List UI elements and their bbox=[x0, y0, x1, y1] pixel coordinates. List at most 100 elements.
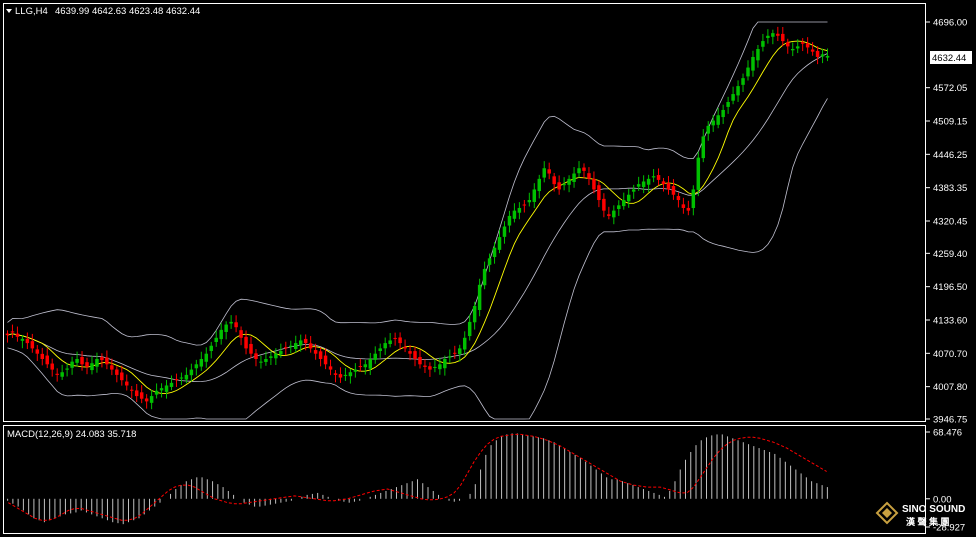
candle-body bbox=[472, 306, 477, 323]
candle-body bbox=[115, 369, 119, 375]
candle-body bbox=[577, 168, 581, 174]
collapse-triangle-icon[interactable] bbox=[6, 9, 12, 13]
candlestick-series bbox=[5, 26, 830, 410]
candle-body bbox=[597, 185, 601, 201]
candle-body bbox=[308, 343, 313, 349]
candle-body bbox=[731, 94, 735, 101]
candle-body bbox=[338, 374, 343, 378]
candle-body bbox=[641, 181, 646, 188]
candle-body bbox=[790, 49, 795, 51]
candle-body bbox=[711, 120, 715, 126]
candle-body bbox=[343, 374, 348, 376]
candle-body bbox=[522, 204, 527, 206]
candle-body bbox=[10, 331, 15, 333]
candle-body bbox=[398, 337, 402, 344]
candle-body bbox=[55, 373, 59, 375]
candle-body bbox=[810, 49, 815, 52]
candle-body bbox=[164, 385, 169, 392]
candle-body bbox=[120, 372, 124, 381]
candle-body bbox=[438, 364, 442, 370]
price-tick-label: 4696.00 bbox=[933, 18, 967, 29]
candle-body bbox=[35, 349, 40, 354]
candle-body bbox=[815, 50, 820, 57]
candle-body bbox=[149, 396, 154, 403]
candle-body bbox=[284, 347, 288, 349]
price-panel-frame bbox=[3, 3, 926, 422]
candle-body bbox=[805, 43, 810, 48]
candle-body bbox=[110, 365, 114, 370]
candle-body bbox=[612, 210, 616, 218]
candle-body bbox=[95, 358, 99, 367]
candle-body bbox=[254, 353, 258, 359]
candle-body bbox=[368, 358, 373, 369]
candle-body bbox=[418, 357, 422, 365]
candle-body bbox=[144, 398, 149, 402]
candle-body bbox=[303, 338, 308, 344]
candle-body bbox=[333, 373, 338, 375]
candle-body bbox=[492, 247, 497, 258]
candle-body bbox=[413, 351, 417, 359]
current-price-label: 4632.44 bbox=[932, 53, 966, 64]
candle-body bbox=[244, 336, 248, 349]
candle-body bbox=[607, 214, 611, 216]
candle-body bbox=[5, 333, 10, 336]
candle-body bbox=[706, 125, 710, 134]
candle-body bbox=[189, 369, 194, 376]
candle-body bbox=[129, 389, 134, 391]
candle-body bbox=[517, 207, 522, 213]
candle-body bbox=[453, 352, 457, 354]
price-axis: 4696.00 4572.05 4509.15 4446.25 4383.35 4320.… bbox=[926, 18, 967, 426]
price-tick-label: 4259.40 bbox=[933, 249, 967, 260]
candle-body bbox=[259, 361, 263, 363]
candle-body bbox=[691, 189, 696, 209]
candle-body bbox=[313, 350, 318, 354]
price-tick-label: 4070.70 bbox=[933, 349, 967, 360]
candle-body bbox=[512, 210, 517, 219]
bollinger-bands bbox=[7, 21, 828, 420]
candle-body bbox=[661, 181, 666, 185]
candle-body bbox=[125, 381, 129, 386]
candle-body bbox=[433, 366, 437, 368]
candle-body bbox=[786, 42, 790, 47]
candle-body bbox=[696, 157, 701, 190]
candle-body bbox=[507, 215, 512, 226]
candle-body bbox=[90, 363, 94, 371]
candle-body bbox=[482, 268, 487, 286]
price-tick-label: 4446.25 bbox=[933, 150, 967, 161]
candle-body bbox=[353, 369, 358, 372]
candle-body bbox=[154, 390, 159, 395]
price-tick-label: 4007.80 bbox=[933, 382, 967, 393]
candle-body bbox=[617, 205, 621, 209]
macd-series bbox=[7, 433, 828, 525]
symbol-label: LLG,H4 bbox=[15, 6, 48, 17]
candle-body bbox=[562, 184, 566, 186]
price-tick-label: 4509.15 bbox=[933, 117, 967, 128]
candle-body bbox=[323, 355, 328, 365]
candle-body bbox=[636, 184, 641, 187]
candle-body bbox=[274, 353, 278, 359]
candle-body bbox=[139, 392, 144, 399]
candle-body bbox=[279, 351, 283, 355]
price-tick-label: 4196.50 bbox=[933, 282, 967, 293]
candle-body bbox=[204, 353, 209, 362]
candle-body bbox=[771, 33, 775, 37]
candle-body bbox=[289, 345, 293, 347]
candle-body bbox=[448, 356, 452, 358]
candle-body bbox=[825, 55, 830, 58]
candle-body bbox=[75, 358, 79, 363]
candle-body bbox=[537, 178, 542, 192]
current-price-marker: 4632.44 bbox=[930, 51, 972, 64]
candle-body bbox=[378, 348, 382, 352]
candle-body bbox=[701, 136, 706, 159]
candle-body bbox=[502, 226, 507, 237]
candle-body bbox=[20, 338, 25, 341]
candle-body bbox=[383, 343, 387, 349]
candle-body bbox=[134, 390, 139, 397]
trading-chart[interactable]: LLG,H4 4639.99 4642.63 4623.48 4632.44 M… bbox=[0, 0, 976, 537]
candle-body bbox=[239, 330, 243, 338]
candle-body bbox=[428, 366, 432, 370]
candle-body bbox=[582, 167, 586, 171]
candle-body bbox=[716, 115, 720, 125]
candle-body bbox=[358, 366, 363, 368]
candle-body bbox=[592, 178, 596, 190]
